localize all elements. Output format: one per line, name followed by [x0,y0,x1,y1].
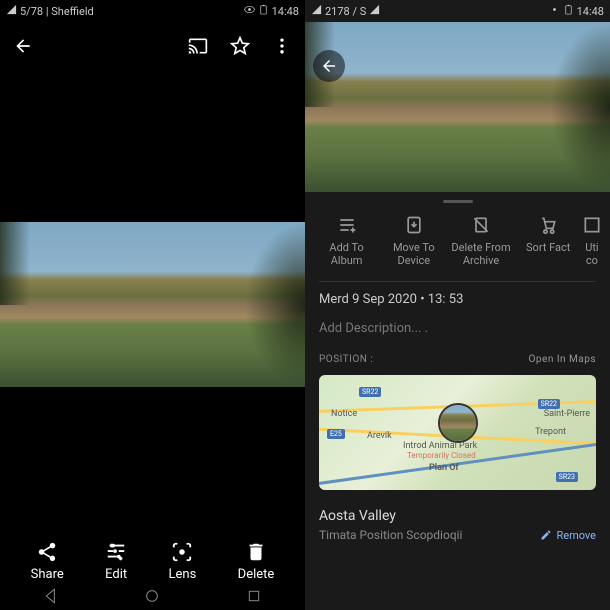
info-actions-row: Add To Album Move To Device Delete From … [305,211,610,271]
move-device-label: Move To Device [380,241,447,267]
add-album-label: Add To Album [313,241,380,267]
photo-actions-bar: Share Edit Lens Delete [0,541,305,582]
photo-viewer-pane: 5/78 | Sheffield 14:48 [0,0,305,610]
util-label: Uti co [582,241,602,267]
edit-label: Edit [105,567,127,582]
map-place-label: Trepont [535,427,566,437]
drag-handle[interactable] [443,200,473,203]
signal-icon [6,4,17,18]
eye-icon [549,4,560,18]
photo-info-pane: 2178 / S 14:48 Add To Album Move To Devi… [305,0,610,610]
network-text: 2178 / S [325,5,366,18]
road-badge: E25 [327,429,345,439]
location-name: Aosta Valley [305,500,610,524]
nav-back-icon[interactable] [43,588,59,608]
remove-location-link[interactable]: Remove [540,529,596,542]
favorite-icon[interactable] [229,35,251,57]
map-place-label: Introd Animal Park [403,441,477,451]
status-bar-right: 2178 / S 14:48 [305,0,610,22]
signal-icon [311,4,322,18]
position-label: POSITION : [319,354,373,365]
delete-from-archive-button[interactable]: Delete From Archive [447,215,514,267]
sort-fact-label: Sort Fact [526,241,570,254]
location-map[interactable]: SR22 SR22 E25 SR23 Notice Arevik Introd … [319,375,596,490]
road-badge: SR23 [556,472,578,482]
road-badge: SR22 [359,387,381,397]
battery-icon [258,4,269,18]
edit-button[interactable]: Edit [105,541,127,582]
util-button[interactable]: Uti co [582,215,602,267]
lens-label: Lens [169,567,197,582]
delete-archive-label: Delete From Archive [447,241,514,267]
share-label: Share [31,567,64,582]
network-text: 5/78 | Sheffield [20,5,94,18]
status-time: 14:48 [272,5,299,18]
status-bar-left: 5/78 | Sheffield 14:48 [0,0,305,22]
add-to-album-button[interactable]: Add To Album [313,215,380,267]
more-icon[interactable] [271,35,293,57]
sort-fact-button[interactable]: Sort Fact [515,215,582,267]
close-info-button[interactable] [313,50,345,82]
location-detail: Timata Position Scopdioqii [319,528,462,542]
open-in-maps-link[interactable]: Open In Maps [529,354,596,365]
road-badge: SR22 [538,399,560,409]
add-description-input[interactable]: Add Description... . [305,307,610,354]
battery-icon [563,4,574,18]
map-place-label: Plan Of [429,463,459,473]
photo-preview[interactable] [305,22,610,192]
remove-label: Remove [556,529,596,542]
map-place-label: Notice [331,409,357,419]
signal-icon [369,4,380,18]
eye-icon [244,4,255,18]
photo-header [0,22,305,70]
nav-recent-icon[interactable] [246,588,262,608]
map-place-label: Saint-Pierre [544,409,590,419]
nav-home-icon[interactable] [144,588,160,608]
share-button[interactable]: Share [31,541,64,582]
system-nav-bar [0,586,305,610]
move-to-device-button[interactable]: Move To Device [380,215,447,267]
delete-label: Delete [238,567,275,582]
photo-date: Merd 9 Sep 2020 • 13: 53 [305,292,610,307]
status-time: 14:48 [577,5,604,18]
map-place-label: Arevik [367,431,392,441]
cast-icon[interactable] [187,35,209,57]
lens-button[interactable]: Lens [169,541,197,582]
map-closed-label: Temporarily Closed [407,451,476,460]
photo-image[interactable] [0,222,305,387]
map-photo-marker [438,403,478,443]
delete-button[interactable]: Delete [238,541,275,582]
info-sheet: Add To Album Move To Device Delete From … [305,192,610,610]
divider [319,281,596,282]
back-button[interactable] [12,35,34,57]
